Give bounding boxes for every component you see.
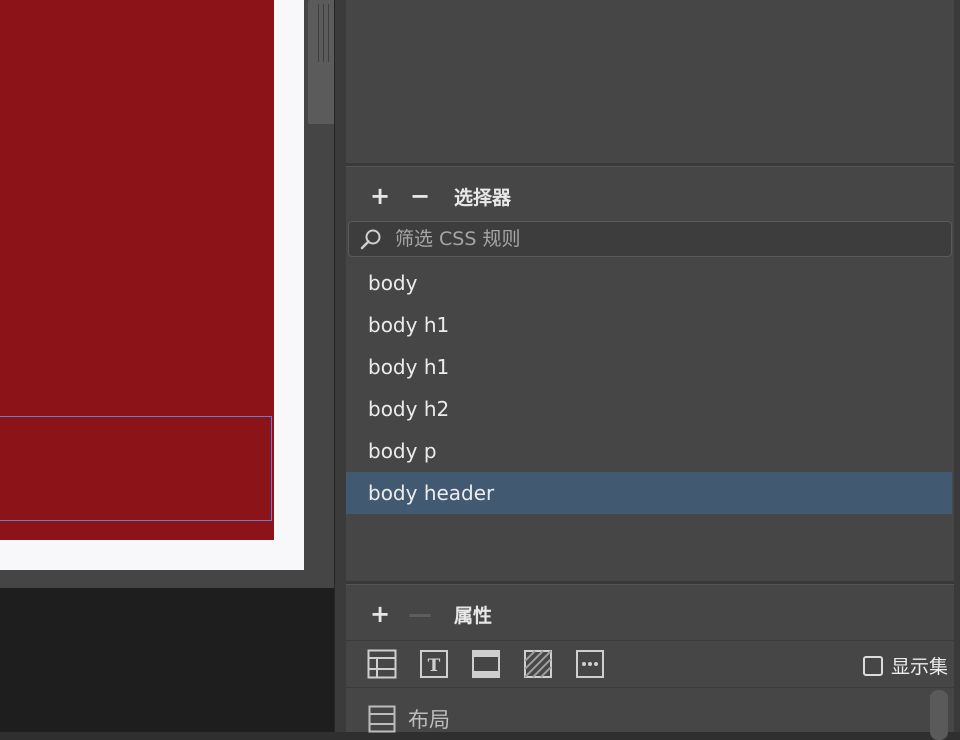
border-icon[interactable]: [470, 649, 502, 679]
selector-filter[interactable]: [348, 221, 952, 257]
properties-header: + — 属性: [346, 593, 960, 635]
selector-title: 选择器: [454, 186, 512, 209]
layout-icon: [368, 705, 396, 733]
selector-item[interactable]: body h1: [346, 346, 952, 388]
properties-scrollbar[interactable]: [930, 690, 948, 740]
section-divider[interactable]: [346, 163, 960, 167]
selector-header: + − 选择器: [346, 175, 960, 217]
svg-text:T: T: [428, 656, 441, 676]
selector-list: body body h1 body h1 body h2 body p body…: [346, 262, 952, 514]
remove-selector-button[interactable]: −: [406, 182, 434, 210]
panel-splitter[interactable]: [334, 0, 346, 732]
grip-line: [323, 4, 324, 62]
selector-item[interactable]: body h1: [346, 304, 952, 346]
checkbox-box[interactable]: [862, 655, 883, 676]
properties-title: 属性: [454, 604, 493, 627]
search-icon: [359, 227, 383, 251]
code-view[interactable]: [0, 588, 334, 732]
background-icon[interactable]: [522, 649, 554, 679]
section-divider[interactable]: [346, 581, 960, 585]
panel-edge: [954, 0, 960, 732]
selector-item-selected[interactable]: body header: [346, 472, 952, 514]
show-set-checkbox[interactable]: 显示集: [862, 652, 948, 679]
css-designer-panel: + − 选择器 body body h1 body h1 body h2 bod…: [346, 0, 960, 740]
filter-input[interactable]: [383, 222, 951, 256]
layout-icon[interactable]: [366, 649, 398, 679]
design-view[interactable]: [0, 0, 334, 732]
more-icon[interactable]: [574, 649, 606, 679]
remove-property-button[interactable]: —: [406, 600, 434, 628]
selected-header-element[interactable]: [0, 416, 272, 521]
layout-category-heading[interactable]: 布局: [368, 704, 450, 734]
add-property-button[interactable]: +: [366, 600, 394, 628]
grip-line: [328, 4, 329, 62]
selector-item[interactable]: body p: [346, 430, 952, 472]
grip-line: [318, 4, 319, 62]
selector-item[interactable]: body h2: [346, 388, 952, 430]
text-icon[interactable]: T: [418, 649, 450, 679]
add-selector-button[interactable]: +: [366, 182, 394, 210]
layout-label: 布局: [408, 708, 450, 732]
sources-area: [346, 0, 960, 164]
selector-item[interactable]: body: [346, 262, 952, 304]
show-set-label: 显示集: [890, 656, 948, 678]
